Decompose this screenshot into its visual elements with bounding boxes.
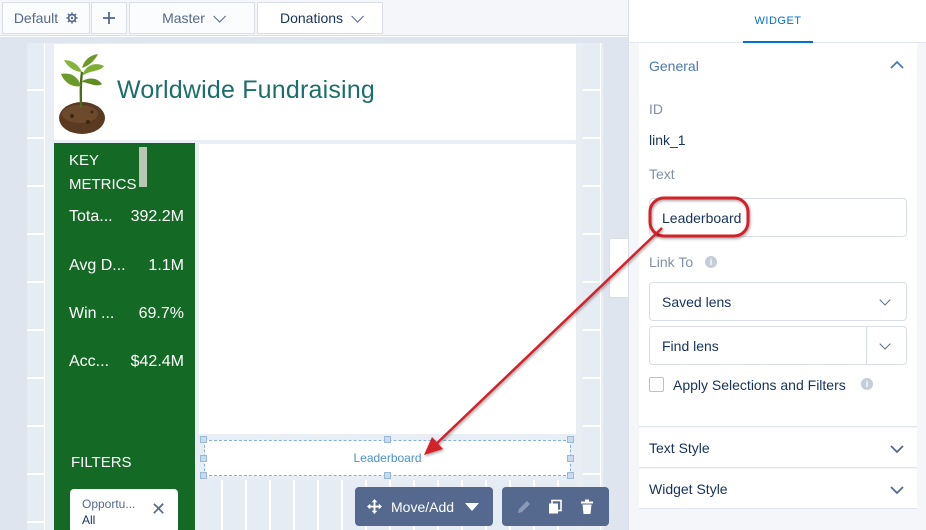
dashboard-tab-bar: Default Master Donations — [0, 0, 628, 36]
key-metrics-panel[interactable]: KEY METRICS Tota... 392.2M Avg D... 1.1M… — [54, 143, 195, 530]
tab-master-label: Master — [162, 10, 205, 26]
metric-row[interactable]: Acc... $42.4M — [69, 353, 184, 371]
tab-donations-label: Donations — [279, 10, 344, 26]
resize-handle[interactable] — [567, 436, 574, 443]
tab-donations[interactable]: Donations — [257, 2, 383, 34]
link-type-select[interactable]: Saved lens — [649, 282, 907, 321]
resize-handle[interactable] — [200, 436, 207, 443]
info-icon[interactable]: i — [861, 378, 873, 390]
header-widget[interactable]: Worldwide Fundraising — [54, 44, 576, 140]
general-section: General ID link_1 Text Leaderboard Link … — [639, 43, 917, 427]
metric-row[interactable]: Tota... 392.2M — [69, 208, 184, 226]
link-widget-text[interactable]: Leaderboard — [353, 451, 421, 465]
plant-logo — [59, 54, 105, 134]
id-label: ID — [649, 101, 663, 117]
key-metrics-heading: KEY METRICS — [69, 152, 137, 193]
filter-pill[interactable]: Opportu... All ✕ — [70, 489, 178, 530]
filter-value: All — [82, 513, 96, 527]
metric-value: 69.7% — [138, 305, 184, 322]
trash-icon[interactable] — [579, 499, 595, 515]
pencil-icon[interactable] — [516, 499, 532, 515]
resize-handle[interactable] — [200, 455, 207, 462]
resize-handle[interactable] — [200, 472, 207, 479]
link-type-value: Saved lens — [662, 293, 732, 310]
widget-style-section[interactable]: Widget Style — [639, 469, 917, 509]
chevron-down-icon — [351, 9, 365, 23]
metric-value: 392.2M — [130, 208, 184, 225]
widget-actions-toolbar — [502, 487, 609, 526]
panel-tab-bar: WIDGET — [629, 0, 926, 43]
chevron-up-icon[interactable] — [890, 60, 904, 70]
resize-handle[interactable] — [567, 455, 574, 462]
grid-column — [583, 43, 601, 530]
resize-handle[interactable] — [384, 436, 391, 443]
apply-selections-checkbox[interactable] — [649, 377, 664, 392]
chevron-down-icon — [879, 294, 891, 306]
find-lens-combobox[interactable]: Find lens — [649, 326, 907, 365]
link-to-label: Link To — [649, 254, 694, 270]
info-icon[interactable]: i — [705, 256, 717, 268]
tab-master[interactable]: Master — [129, 2, 255, 34]
add-page-button[interactable] — [91, 2, 127, 34]
plus-icon — [103, 12, 115, 24]
move-add-button[interactable]: Move/Add — [355, 487, 493, 526]
widget-properties-panel: WIDGET General ID link_1 Text Leaderboar… — [628, 0, 926, 530]
resize-handle[interactable] — [567, 472, 574, 479]
general-section-title[interactable]: General — [649, 58, 699, 74]
filters-heading: FILTERS — [71, 454, 132, 471]
close-icon[interactable]: ✕ — [151, 499, 166, 520]
divider — [866, 327, 867, 364]
tab-default-label: Default — [13, 10, 59, 26]
find-lens-value: Find lens — [662, 337, 719, 354]
copy-icon[interactable] — [547, 499, 563, 515]
metric-label: Avg D... — [69, 257, 126, 274]
caret-down-icon — [465, 502, 480, 511]
tab-default[interactable]: Default — [2, 2, 90, 34]
dashboard-title: Worldwide Fundraising — [117, 76, 376, 104]
metric-value: $42.4M — [130, 353, 184, 370]
metric-label: Win ... — [69, 305, 115, 322]
metric-value: 1.1M — [148, 257, 184, 274]
widget-style-title: Widget Style — [649, 481, 728, 497]
filter-label: Opportu... — [82, 497, 136, 511]
text-label: Text — [649, 166, 675, 182]
text-input[interactable]: Leaderboard — [649, 198, 907, 237]
chevron-down-icon — [890, 486, 904, 495]
resize-handle[interactable] — [384, 472, 391, 479]
chevron-down-icon — [890, 445, 904, 454]
move-add-label: Move/Add — [391, 498, 455, 515]
metric-label: Tota... — [69, 208, 113, 225]
link-widget-selected[interactable]: Leaderboard — [204, 440, 571, 476]
text-style-section[interactable]: Text Style — [639, 428, 917, 468]
apply-selections-label[interactable]: Apply Selections and Filters — [673, 377, 846, 393]
text-style-title: Text Style — [649, 440, 710, 456]
grid-column — [27, 43, 45, 530]
chevron-down-icon — [879, 338, 891, 350]
empty-widget-area[interactable] — [199, 144, 576, 434]
metric-label: Acc... — [69, 353, 110, 370]
id-value: link_1 — [649, 132, 686, 148]
panel-collapse-toggle[interactable] — [609, 238, 629, 298]
tab-widget[interactable]: WIDGET — [743, 0, 813, 43]
gear-icon[interactable] — [66, 12, 78, 24]
scrollbar[interactable] — [139, 147, 147, 187]
move-icon — [367, 499, 382, 514]
chevron-down-icon — [213, 9, 226, 23]
metric-row[interactable]: Win ... 69.7% — [69, 305, 184, 323]
metric-row[interactable]: Avg D... 1.1M — [69, 257, 184, 275]
text-input-value: Leaderboard — [662, 209, 742, 226]
